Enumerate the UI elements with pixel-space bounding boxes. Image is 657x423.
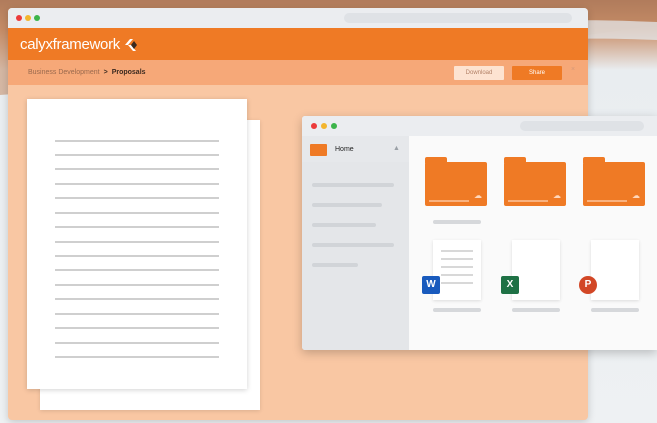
file-tile-powerpoint[interactable]	[591, 240, 639, 300]
brand-bar: calyxframework	[8, 28, 588, 60]
folder-divider	[587, 200, 627, 202]
breadcrumb-bar: Business Development > Proposals Downloa…	[8, 60, 588, 85]
cloud-icon: ☁	[553, 191, 561, 200]
file-label	[591, 308, 639, 312]
text-line	[55, 284, 219, 286]
sidebar: Home ▲	[302, 136, 409, 350]
sidebar-item[interactable]	[312, 263, 358, 267]
folder-tile[interactable]: ☁	[504, 157, 566, 206]
text-line	[55, 313, 219, 315]
address-bar[interactable]	[344, 13, 572, 23]
breadcrumb-current: Proposals	[111, 69, 146, 76]
sidebar-item-home[interactable]: Home ▲	[302, 136, 409, 162]
folder-tile[interactable]: ☁	[425, 157, 487, 206]
text-line	[55, 342, 219, 344]
maximize-dot[interactable]	[34, 15, 40, 21]
minimize-dot[interactable]	[25, 15, 31, 21]
text-line	[55, 356, 219, 358]
file-tile-word[interactable]	[433, 240, 481, 300]
text-line	[441, 258, 473, 260]
folder-icon	[310, 144, 327, 156]
sidebar-item[interactable]	[312, 203, 382, 207]
folder-tab	[504, 157, 526, 163]
address-bar[interactable]	[520, 121, 644, 131]
file-browser-window: Home ▲ ☁ ☁ ☁ W X P	[302, 116, 657, 350]
folder-tile[interactable]: ☁	[583, 157, 645, 206]
text-line	[55, 140, 219, 142]
sidebar-item-label: Home	[335, 146, 354, 153]
folder-divider	[429, 200, 469, 202]
text-line	[55, 298, 219, 300]
file-label	[512, 308, 560, 312]
folder-label	[433, 220, 481, 224]
file-browser-title-bar	[302, 116, 657, 136]
calyx-logo-icon	[125, 38, 137, 51]
sidebar-item[interactable]	[312, 243, 394, 247]
folder-divider	[508, 200, 548, 202]
word-icon: W	[422, 276, 440, 294]
text-line	[55, 241, 219, 243]
file-grid: ☁ ☁ ☁ W X P	[409, 136, 657, 350]
brand-name: calyxframework	[20, 36, 120, 53]
text-line	[441, 266, 473, 268]
text-line	[55, 327, 219, 329]
breadcrumb: Business Development > Proposals	[28, 69, 146, 76]
maximize-dot[interactable]	[331, 123, 337, 129]
close-icon[interactable]: ×	[571, 66, 575, 73]
text-line	[55, 269, 219, 271]
text-line	[55, 226, 219, 228]
text-line	[55, 255, 219, 257]
minimize-dot[interactable]	[321, 123, 327, 129]
download-button[interactable]: Download	[454, 66, 504, 80]
title-bar	[8, 8, 588, 28]
folder-tab	[583, 157, 605, 163]
text-line	[55, 212, 219, 214]
excel-icon: X	[501, 276, 519, 294]
breadcrumb-separator: >	[103, 69, 108, 76]
close-dot[interactable]	[16, 15, 22, 21]
breadcrumb-parent[interactable]: Business Development	[28, 69, 100, 76]
sidebar-item[interactable]	[312, 223, 376, 227]
text-line	[55, 154, 219, 156]
cloud-icon: ☁	[474, 191, 482, 200]
sidebar-item[interactable]	[312, 183, 394, 187]
text-line	[441, 274, 473, 276]
cloud-icon: ☁	[632, 191, 640, 200]
text-line	[441, 250, 473, 252]
text-line	[441, 282, 473, 284]
document-page[interactable]	[27, 99, 247, 389]
file-tile-excel[interactable]	[512, 240, 560, 300]
folder-tab	[425, 157, 447, 163]
text-line	[55, 183, 219, 185]
up-arrow-icon[interactable]: ▲	[393, 145, 400, 152]
brand-logo[interactable]: calyxframework	[20, 36, 139, 53]
powerpoint-icon: P	[579, 276, 597, 294]
file-label	[433, 308, 481, 312]
close-dot[interactable]	[311, 123, 317, 129]
share-button[interactable]: Share	[512, 66, 562, 80]
text-line	[55, 168, 219, 170]
text-line	[55, 197, 219, 199]
